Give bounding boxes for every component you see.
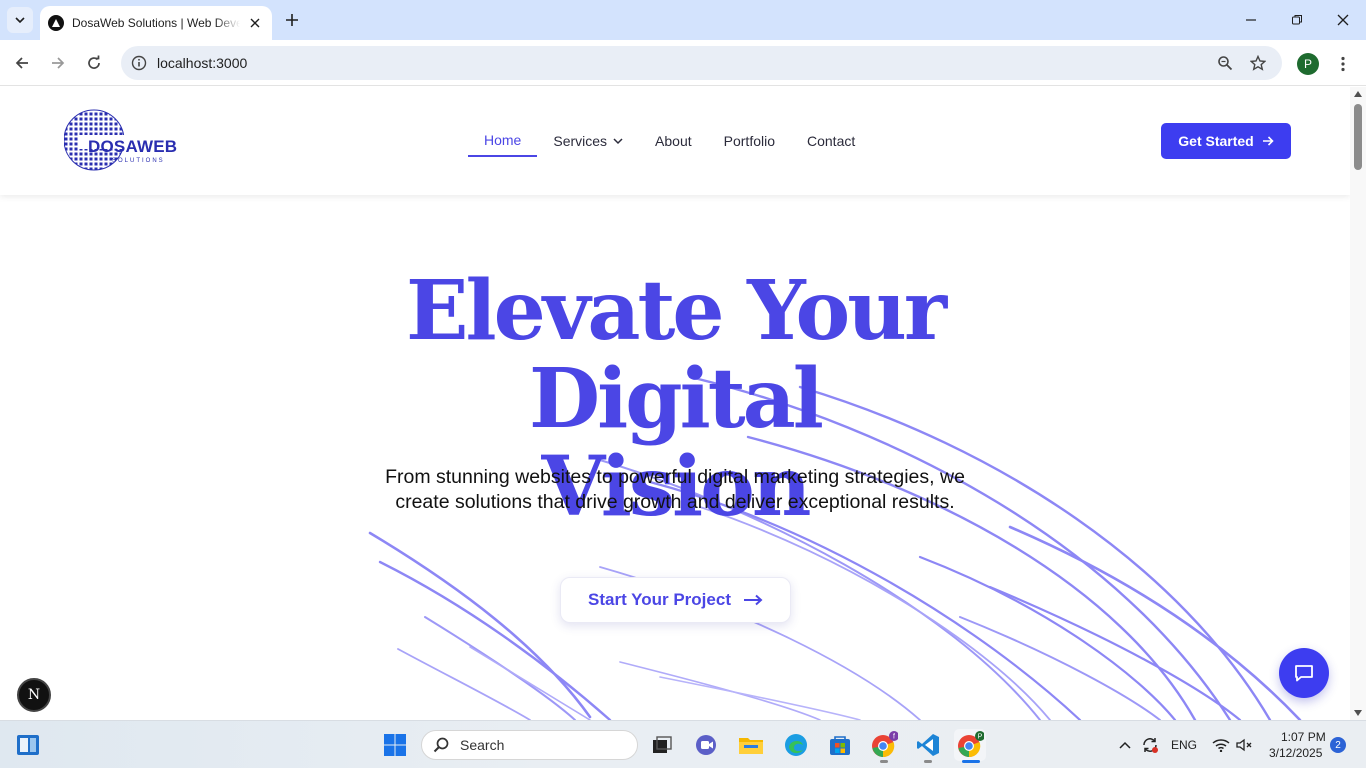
hero-title-line-1: Elevate Your Digital <box>405 263 947 447</box>
close-window-icon[interactable] <box>1333 10 1353 30</box>
site-info-icon[interactable] <box>129 53 149 73</box>
sync-icon[interactable] <box>1138 729 1162 761</box>
tab-search-button[interactable] <box>7 7 33 33</box>
address-bar[interactable]: localhost:3000 <box>121 46 1282 80</box>
zoom-icon[interactable] <box>1215 53 1235 73</box>
scroll-up-arrow-icon[interactable] <box>1354 91 1362 97</box>
chat-button[interactable] <box>1279 648 1329 698</box>
chrome-profile-icon[interactable]: P <box>954 729 986 761</box>
dosaweb-logo[interactable]: DOSAWEB SOLUTIONS <box>63 107 184 175</box>
nav-about[interactable]: About <box>639 125 708 157</box>
browser-tab[interactable]: DosaWeb Solutions | Web Development <box>40 6 272 40</box>
site-header: DOSAWEB SOLUTIONS Home Services About Po… <box>0 87 1350 195</box>
clock-date[interactable]: 3/12/2025 <box>1269 746 1322 760</box>
nav-services-label: Services <box>553 133 608 149</box>
clock-time[interactable]: 1:07 PM <box>1281 730 1326 744</box>
get-started-label: Get Started <box>1178 133 1254 149</box>
chrome-icon[interactable]: f <box>868 729 900 761</box>
task-view-icon[interactable] <box>646 729 678 761</box>
chevron-down-icon <box>15 17 25 24</box>
favicon-icon <box>48 15 64 31</box>
get-started-button[interactable]: Get Started <box>1161 123 1291 159</box>
search-icon <box>433 737 449 753</box>
nextjs-dev-badge[interactable]: N <box>17 678 51 712</box>
running-indicator <box>880 760 888 763</box>
minimize-icon[interactable] <box>1241 10 1261 30</box>
forward-arrow-icon[interactable] <box>46 51 70 75</box>
nav-services[interactable]: Services <box>537 125 639 157</box>
back-arrow-icon[interactable] <box>10 51 34 75</box>
running-indicator <box>924 760 932 763</box>
notification-badge[interactable]: 2 <box>1330 737 1346 753</box>
nav-portfolio[interactable]: Portfolio <box>708 125 791 157</box>
start-icon[interactable] <box>379 729 411 761</box>
wifi-icon[interactable] <box>1210 729 1232 761</box>
chevron-down-icon <box>613 136 623 146</box>
profile-avatar[interactable]: P <box>1297 53 1319 75</box>
browser-tab-strip: DosaWeb Solutions | Web Development <box>0 0 1366 40</box>
restore-icon[interactable] <box>1287 10 1307 30</box>
store-icon[interactable] <box>824 729 856 761</box>
language-indicator[interactable]: ENG <box>1171 738 1197 752</box>
taskbar-search-placeholder: Search <box>460 737 505 753</box>
logo-wordmark: DOSAWEB <box>88 137 178 156</box>
bookmark-star-icon[interactable] <box>1248 53 1268 73</box>
long-arrow-right-icon <box>743 594 763 606</box>
teams-meet-icon[interactable] <box>691 729 723 761</box>
file-explorer-icon[interactable] <box>735 729 767 761</box>
start-project-label: Start Your Project <box>588 590 731 609</box>
nav-home[interactable]: Home <box>468 125 538 157</box>
scroll-down-arrow-icon[interactable] <box>1354 710 1362 716</box>
taskbar-search-input[interactable]: Search <box>421 730 638 760</box>
scroll-thumb[interactable] <box>1354 104 1362 170</box>
vscode-icon[interactable] <box>912 729 944 761</box>
volume-muted-icon[interactable] <box>1234 729 1256 761</box>
page-scrollbar[interactable] <box>1350 87 1366 720</box>
windows-taskbar: Search f P ENG 1:07 PM 3/12/2025 2 <box>0 720 1366 768</box>
nav-contact[interactable]: Contact <box>791 125 871 157</box>
active-indicator <box>962 760 980 763</box>
url-text: localhost:3000 <box>157 55 248 71</box>
chat-bubble-icon <box>1295 665 1313 682</box>
edge-icon[interactable] <box>780 729 812 761</box>
hero-subtitle: From stunning websites to powerful digit… <box>385 466 965 513</box>
page-viewport: DOSAWEB SOLUTIONS Home Services About Po… <box>0 87 1350 720</box>
svg-text:P: P <box>978 734 983 741</box>
svg-text:f: f <box>893 734 895 741</box>
arrow-right-icon <box>1262 136 1274 146</box>
chevron-up-icon[interactable] <box>1114 729 1136 761</box>
tab-title: DosaWeb Solutions | Web Development <box>72 16 240 30</box>
kebab-menu-icon[interactable] <box>1333 52 1353 76</box>
new-tab-icon[interactable] <box>282 10 302 30</box>
widgets-icon[interactable] <box>12 729 44 761</box>
browser-toolbar: localhost:3000 <box>0 40 1366 86</box>
start-project-button[interactable]: Start Your Project <box>560 577 791 623</box>
main-nav: Home Services About Portfolio Contact <box>468 125 871 157</box>
close-tab-icon[interactable] <box>247 15 263 31</box>
reload-icon[interactable] <box>82 51 106 75</box>
logo-subtext: SOLUTIONS <box>112 158 165 164</box>
